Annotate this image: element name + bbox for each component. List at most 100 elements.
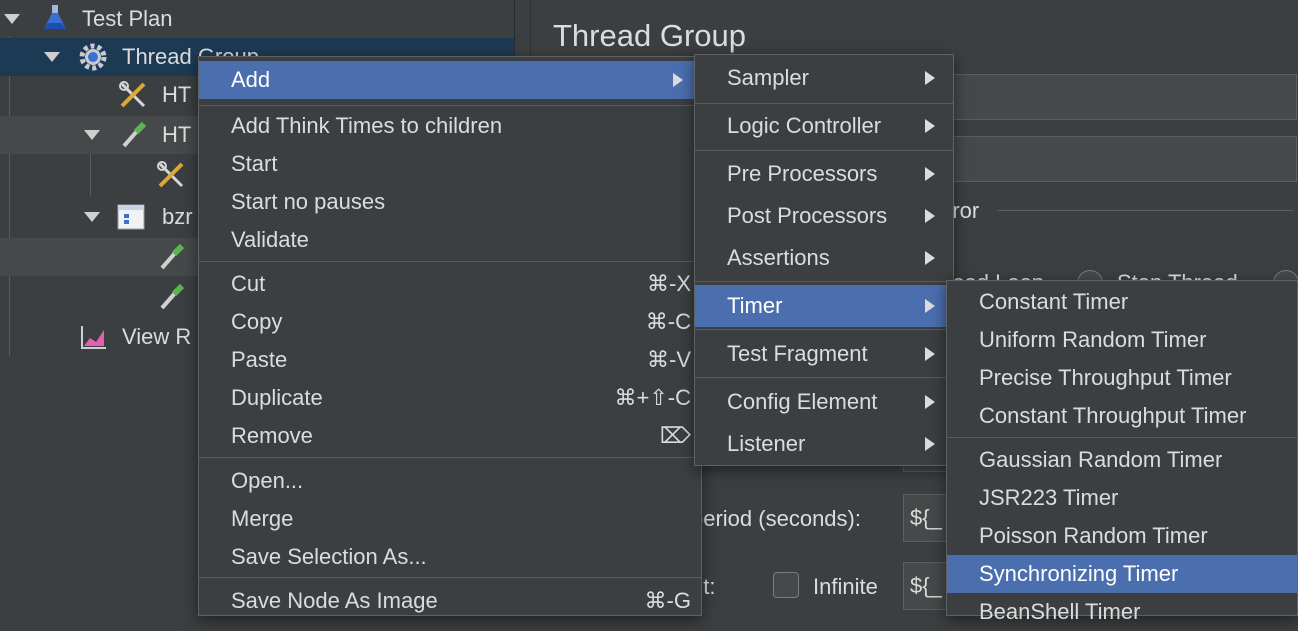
menu-item-cut[interactable]: Cut ⌘-X xyxy=(199,265,701,303)
menu-item-label: Pre Processors xyxy=(727,161,878,186)
collapse-arrow-icon[interactable] xyxy=(84,130,100,140)
menu-item-poisson-random-timer[interactable]: Poisson Random Timer xyxy=(947,517,1297,555)
menu-item-pre-processors[interactable]: Pre Processors xyxy=(695,155,953,193)
add-submenu: Sampler Logic Controller Pre Processors … xyxy=(694,54,954,466)
shortcut-label: ⌘-C xyxy=(645,309,691,334)
context-menu: Add Add Think Times to children Start St… xyxy=(198,56,702,616)
shortcut-label: ⌘-G xyxy=(644,588,691,613)
menu-item-label: Remove xyxy=(231,423,313,448)
menu-item-label: Add Think Times to children xyxy=(231,113,503,138)
menu-item-label: Synchronizing Timer xyxy=(979,561,1179,586)
infinite-label: Infinite xyxy=(813,574,878,599)
menu-item-duplicate[interactable]: Duplicate ⌘+⇧-C xyxy=(199,379,701,417)
menu-item-save-selection-as[interactable]: Save Selection As... xyxy=(199,538,701,576)
menu-item-precise-throughput-timer[interactable]: Precise Throughput Timer xyxy=(947,359,1297,397)
flask-icon xyxy=(44,5,66,29)
menu-item-config-element[interactable]: Config Element xyxy=(695,383,953,421)
submenu-arrow-icon xyxy=(925,119,935,133)
wrench-screwdriver-icon xyxy=(119,81,146,108)
menu-item-label: Add xyxy=(231,67,271,92)
menu-item-timer[interactable]: Timer xyxy=(695,285,953,327)
menu-item-synchronizing-timer[interactable]: Synchronizing Timer xyxy=(947,555,1297,593)
menu-item-label: Poisson Random Timer xyxy=(979,523,1208,548)
tree-item-label: Test Plan xyxy=(82,6,173,31)
timer-submenu: Constant Timer Uniform Random Timer Prec… xyxy=(946,280,1298,624)
group-border xyxy=(997,210,1293,211)
wrench-screwdriver-icon xyxy=(157,161,184,188)
chart-icon xyxy=(81,326,106,349)
menu-item-post-processors[interactable]: Post Processors xyxy=(695,197,953,235)
tree-item-label: View R xyxy=(122,324,192,349)
menu-item-open[interactable]: Open... xyxy=(199,462,701,500)
menu-item-validate[interactable]: Validate xyxy=(199,221,701,259)
menu-item-label: Cut xyxy=(231,271,266,296)
menu-item-beanshell-timer[interactable]: BeanShell Timer xyxy=(947,593,1297,631)
menu-separator xyxy=(695,150,953,151)
menu-item-label: JSR223 Timer xyxy=(979,485,1119,510)
menu-item-label: Timer xyxy=(727,293,783,318)
expand-arrow-icon[interactable] xyxy=(4,14,20,24)
submenu-arrow-icon xyxy=(925,299,935,313)
tree-item-label: bzr xyxy=(162,204,193,229)
menu-item-constant-timer[interactable]: Constant Timer xyxy=(947,283,1297,321)
pipette-icon xyxy=(122,121,147,148)
menu-separator xyxy=(947,437,1297,438)
menu-separator xyxy=(695,329,953,330)
menu-item-label: Test Fragment xyxy=(727,341,868,366)
menu-item-paste[interactable]: Paste ⌘-V xyxy=(199,341,701,379)
menu-item-save-node-as-image[interactable]: Save Node As Image ⌘-G xyxy=(199,582,701,620)
menu-item-label: Open... xyxy=(231,468,304,493)
menu-item-label: Save Node As Image xyxy=(231,588,438,613)
menu-item-logic-controller[interactable]: Logic Controller xyxy=(695,107,953,145)
menu-item-listener[interactable]: Listener xyxy=(695,425,953,463)
menu-item-copy[interactable]: Copy ⌘-C xyxy=(199,303,701,341)
delete-key-icon: ⌦ xyxy=(659,423,691,448)
menu-item-sampler[interactable]: Sampler xyxy=(695,59,953,97)
submenu-arrow-icon xyxy=(925,71,935,85)
menu-separator xyxy=(199,261,701,262)
gear-icon xyxy=(79,43,107,71)
menu-item-jsr223-timer[interactable]: JSR223 Timer xyxy=(947,479,1297,517)
menu-item-start[interactable]: Start xyxy=(199,145,701,183)
menu-item-label: Validate xyxy=(231,227,309,252)
pipette-icon xyxy=(160,243,185,270)
menu-item-merge[interactable]: Merge xyxy=(199,500,701,538)
tree-item-test-plan[interactable]: Test Plan xyxy=(0,0,514,38)
menu-item-gaussian-random-timer[interactable]: Gaussian Random Timer xyxy=(947,441,1297,479)
menu-item-label: Start no pauses xyxy=(231,189,386,214)
menu-item-remove[interactable]: Remove ⌦ xyxy=(199,417,701,455)
menu-item-label: Config Element xyxy=(727,389,878,414)
menu-item-test-fragment[interactable]: Test Fragment xyxy=(695,335,953,373)
menu-item-label: Constant Throughput Timer xyxy=(979,403,1247,428)
menu-item-start-no-pauses[interactable]: Start no pauses xyxy=(199,183,701,221)
collapse-arrow-icon[interactable] xyxy=(84,212,100,222)
shortcut-label: ⌘-X xyxy=(647,271,691,296)
submenu-arrow-icon xyxy=(925,395,935,409)
menu-item-assertions[interactable]: Assertions xyxy=(695,239,953,277)
submenu-arrow-icon xyxy=(673,73,683,87)
menu-item-add[interactable]: Add xyxy=(199,61,701,99)
menu-item-constant-throughput-timer[interactable]: Constant Throughput Timer xyxy=(947,397,1297,435)
page-title: Thread Group xyxy=(553,18,746,53)
rampup-label: period (seconds): xyxy=(691,506,861,531)
menu-separator xyxy=(695,377,953,378)
menu-item-label: Sampler xyxy=(727,65,809,90)
menu-item-label: Post Processors xyxy=(727,203,888,228)
menu-item-label: Save Selection As... xyxy=(231,544,427,569)
menu-item-add-think-times[interactable]: Add Think Times to children xyxy=(199,107,701,145)
menu-item-label: Listener xyxy=(727,431,806,456)
loop-count-value: ${_ xyxy=(910,573,942,598)
pipette-icon xyxy=(160,283,185,310)
submenu-arrow-icon xyxy=(925,167,935,181)
menu-separator xyxy=(199,457,701,458)
menu-item-label: Gaussian Random Timer xyxy=(979,447,1223,472)
tree-item-label: HT xyxy=(162,82,192,107)
menu-item-label: BeanShell Timer xyxy=(979,599,1141,624)
submenu-arrow-icon xyxy=(925,209,935,223)
rampup-value: ${_ xyxy=(910,505,942,530)
shortcut-label: ⌘+⇧-C xyxy=(614,385,692,410)
submenu-arrow-icon xyxy=(925,251,935,265)
menu-item-uniform-random-timer[interactable]: Uniform Random Timer xyxy=(947,321,1297,359)
collapse-arrow-icon[interactable] xyxy=(44,52,60,62)
infinite-checkbox[interactable] xyxy=(773,572,799,598)
